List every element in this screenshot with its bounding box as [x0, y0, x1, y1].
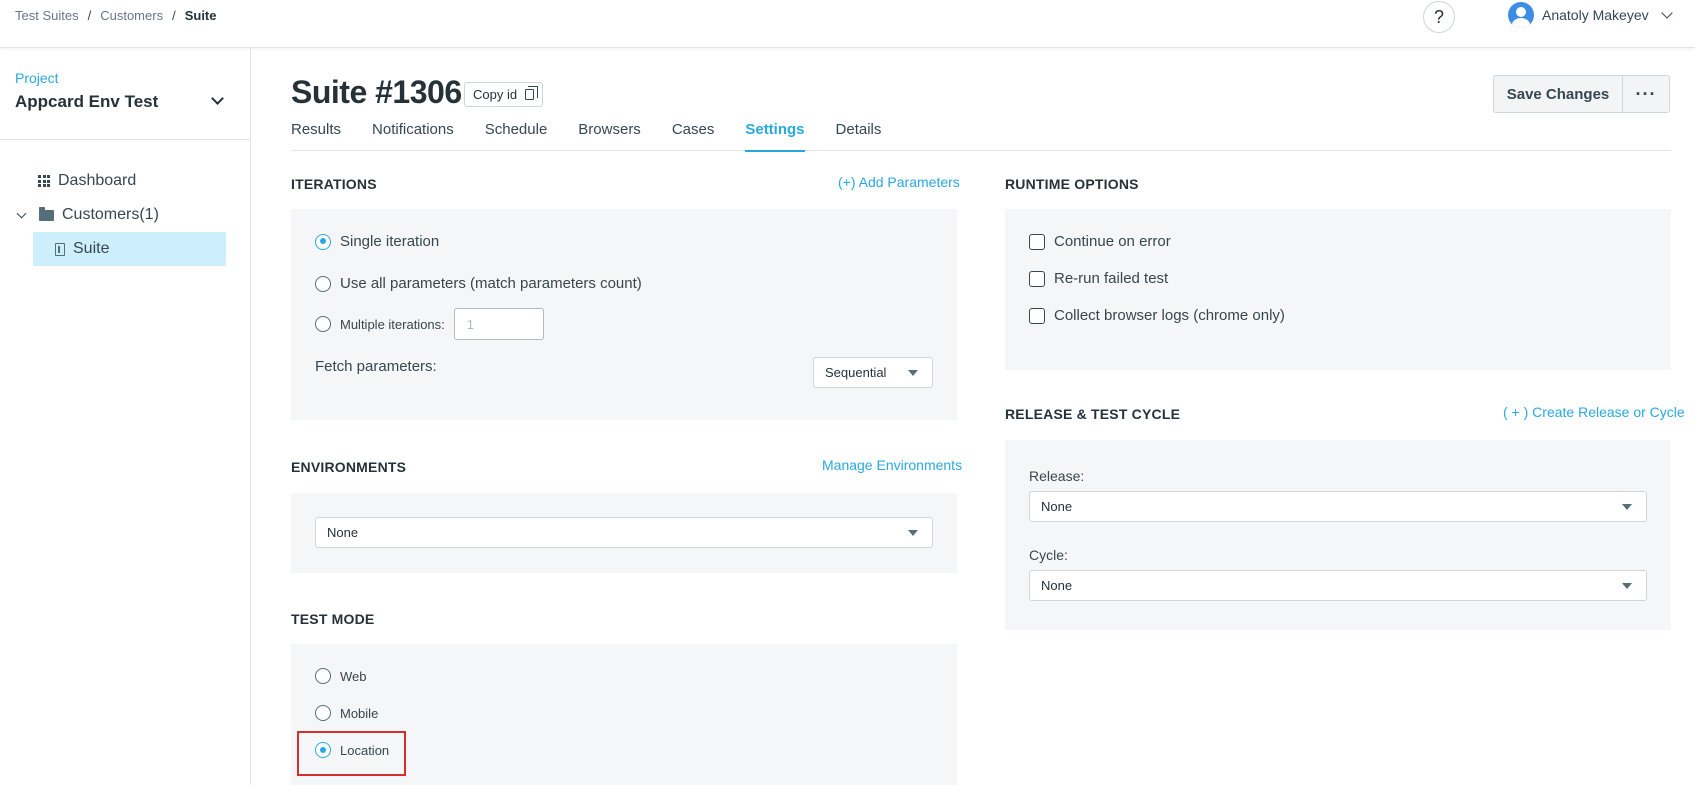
environment-select[interactable]: None: [315, 517, 933, 548]
user-menu[interactable]: Anatoly Makeyev: [1508, 2, 1673, 28]
option-label: Re-run failed test: [1054, 270, 1169, 287]
caret-down-icon: [908, 530, 918, 536]
option-label: Use all parameters (match parameters cou…: [340, 275, 642, 292]
manage-environments-link[interactable]: Manage Environments: [822, 457, 962, 473]
mobile-mode-option[interactable]: Mobile: [315, 705, 378, 721]
continue-on-error-option[interactable]: Continue on error: [1029, 233, 1171, 250]
user-name: Anatoly Makeyev: [1542, 7, 1649, 23]
chevron-down-icon[interactable]: [211, 92, 224, 105]
checkbox-icon[interactable]: [1029, 270, 1045, 287]
radio-icon[interactable]: [315, 316, 331, 332]
sidebar-item-suite[interactable]: Suite: [33, 232, 226, 266]
divider: [0, 139, 251, 140]
suite-icon: [55, 242, 65, 256]
release-select[interactable]: None: [1029, 491, 1647, 522]
project-label: Project: [15, 70, 59, 86]
chevron-down-icon: [1660, 7, 1673, 19]
copy-icon: [525, 86, 539, 100]
sidebar-item-label: Customers(1): [62, 206, 159, 223]
avatar-icon: [1508, 2, 1534, 28]
caret-down-icon: [908, 370, 918, 376]
tab-details[interactable]: Details: [836, 118, 882, 151]
option-label: Continue on error: [1054, 233, 1171, 250]
caret-down-icon: [1622, 583, 1632, 589]
breadcrumb-separator: /: [172, 8, 176, 23]
sidebar: Project Appcard Env Test Dashboard Custo…: [0, 48, 251, 785]
radio-icon[interactable]: [315, 275, 331, 292]
select-value: None: [1041, 499, 1073, 514]
single-iteration-option[interactable]: Single iteration: [315, 233, 439, 250]
chevron-down-icon[interactable]: [16, 208, 27, 218]
tab-bar: Results Notifications Schedule Browsers …: [291, 118, 1671, 152]
page-title: Suite #1306: [291, 74, 462, 110]
top-bar: Test Suites / Customers / Suite ? Anatol…: [0, 0, 1695, 48]
sidebar-item-customers[interactable]: Customers(1): [16, 206, 159, 224]
grid-icon: [38, 175, 50, 187]
runtime-options-title: RUNTIME OPTIONS: [1005, 176, 1139, 192]
tab-cases[interactable]: Cases: [672, 118, 715, 151]
checkbox-icon[interactable]: [1029, 233, 1045, 250]
option-label: Mobile: [340, 705, 379, 721]
tab-schedule[interactable]: Schedule: [485, 118, 548, 151]
more-options-button[interactable]: ···: [1622, 75, 1670, 113]
option-label: Multiple iterations:: [340, 316, 445, 332]
radio-checked-icon[interactable]: [315, 233, 331, 250]
radio-icon[interactable]: [315, 705, 331, 721]
option-label: Collect browser logs (chrome only): [1054, 307, 1285, 324]
use-all-parameters-option[interactable]: Use all parameters (match parameters cou…: [315, 275, 642, 292]
save-changes-button[interactable]: Save Changes: [1493, 75, 1623, 113]
option-label: Web: [340, 668, 367, 684]
environments-title: ENVIRONMENTS: [291, 459, 407, 475]
project-name[interactable]: Appcard Env Test: [15, 92, 158, 112]
release-cycle-title: RELEASE & TEST CYCLE: [1005, 406, 1181, 422]
tab-browsers[interactable]: Browsers: [578, 118, 641, 151]
breadcrumb-customers[interactable]: Customers: [100, 8, 163, 23]
copy-id-button[interactable]: Copy id: [464, 82, 544, 107]
fetch-parameters-select[interactable]: Sequential: [813, 357, 933, 388]
iterations-panel: Single iteration Use all parameters (mat…: [291, 209, 957, 420]
environments-panel: None: [291, 493, 957, 573]
folder-icon: [39, 206, 54, 221]
breadcrumb-test-suites[interactable]: Test Suites: [15, 8, 79, 23]
sidebar-item-label: Dashboard: [58, 172, 137, 189]
release-label: Release:: [1029, 468, 1085, 484]
cycle-label: Cycle:: [1029, 547, 1068, 563]
location-highlight-box: [297, 731, 406, 776]
cycle-select[interactable]: None: [1029, 570, 1647, 601]
create-release-link[interactable]: ( + ) Create Release or Cycle: [1503, 404, 1685, 420]
sidebar-item-label: Suite: [73, 240, 110, 257]
tab-settings[interactable]: Settings: [745, 118, 805, 152]
checkbox-icon[interactable]: [1029, 307, 1045, 324]
runtime-options-panel: Continue on error Re-run failed test Col…: [1005, 209, 1671, 370]
iterations-title: ITERATIONS: [291, 176, 377, 192]
tab-notifications[interactable]: Notifications: [372, 118, 454, 151]
iterations-count-input[interactable]: 1: [453, 308, 544, 340]
rerun-failed-test-option[interactable]: Re-run failed test: [1029, 270, 1168, 287]
breadcrumb-separator: /: [87, 8, 92, 23]
radio-icon[interactable]: [315, 668, 331, 684]
main-content: Suite #1306 Copy id Save Changes ··· Res…: [251, 48, 1695, 785]
option-label: Single iteration: [340, 233, 440, 250]
test-mode-title: TEST MODE: [291, 611, 375, 627]
select-value: None: [327, 525, 359, 540]
breadcrumb: Test Suites / Customers / Suite: [15, 8, 217, 23]
fetch-parameters-label: Fetch parameters:: [315, 358, 437, 375]
multiple-iterations-option[interactable]: Multiple iterations: 1: [315, 308, 544, 340]
sidebar-item-dashboard[interactable]: Dashboard: [38, 172, 136, 190]
select-value: Sequential: [825, 365, 887, 380]
select-value: None: [1041, 578, 1073, 593]
tab-results[interactable]: Results: [291, 118, 341, 151]
copy-id-label: Copy id: [473, 87, 518, 102]
caret-down-icon: [1622, 504, 1632, 510]
release-cycle-panel: Release: None Cycle: None: [1005, 440, 1671, 630]
help-button[interactable]: ?: [1423, 1, 1455, 33]
web-mode-option[interactable]: Web: [315, 668, 367, 684]
collect-browser-logs-option[interactable]: Collect browser logs (chrome only): [1029, 307, 1285, 324]
breadcrumb-suite: Suite: [184, 8, 217, 23]
add-parameters-link[interactable]: (+) Add Parameters: [838, 174, 960, 190]
